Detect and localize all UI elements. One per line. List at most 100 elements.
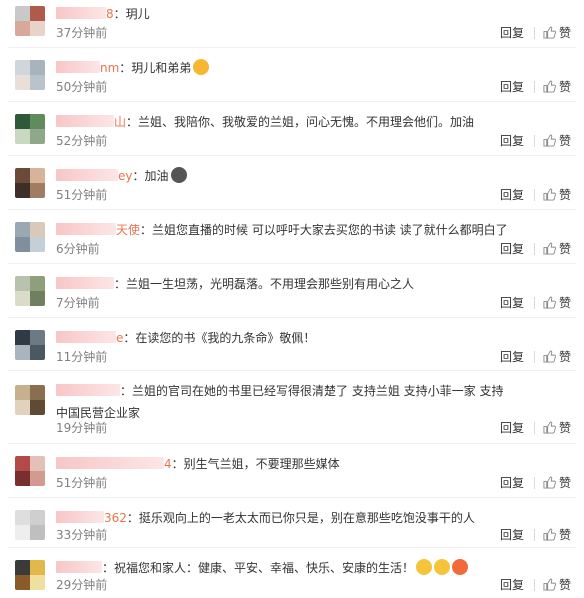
username-link[interactable]: 8 (56, 3, 114, 25)
comment-time: 7分钟前 (56, 296, 100, 310)
reply-button[interactable]: 回复 (500, 25, 524, 41)
comment-item: 362：挺乐观向上的一老太太而已你只是，别在意那些吃饱没事干的人 33分钟前 回复赞 (0, 498, 584, 548)
comment-item: 天使：兰姐您直播的时候 可以呼吁大家去买您的书读 读了就什么都明白了 6分钟前 回复… (0, 210, 584, 264)
comment-item: ：兰姐一生坦荡，光明磊落。不用理会那些别有用心之人 7分钟前 回复 赞 (0, 264, 584, 318)
avatar[interactable] (15, 60, 45, 90)
action-divider (534, 27, 535, 39)
comment-time: 51分钟前 (56, 476, 108, 490)
action-divider (534, 297, 535, 309)
comment-time: 37分钟前 (56, 26, 108, 40)
smile-face-icon (416, 559, 433, 575)
username-mask (56, 61, 100, 73)
avatar[interactable] (15, 330, 45, 360)
action-divider (534, 579, 535, 591)
reply-button[interactable]: 回复 (500, 420, 524, 436)
reply-button[interactable]: 回复 (500, 527, 524, 543)
action-divider (534, 351, 535, 363)
avatar[interactable] (15, 114, 45, 144)
username-link[interactable]: nm (56, 57, 119, 79)
reply-button[interactable]: 回复 (500, 577, 524, 593)
comment-text-line: 8：玥儿 (56, 3, 514, 25)
avatar[interactable] (15, 276, 45, 306)
action-divider (534, 81, 535, 93)
comment-text-line: ey：加油 (56, 165, 514, 187)
like-button[interactable]: 赞 (543, 527, 571, 543)
like-label: 赞 (559, 421, 572, 435)
like-label: 赞 (559, 134, 572, 148)
avatar[interactable] (15, 456, 45, 486)
like-button[interactable]: 赞 (543, 187, 571, 203)
comment-item: nm：玥儿和弟弟 50分钟前 回复赞 (0, 48, 584, 102)
username-link[interactable]: ey (56, 165, 132, 187)
avatar[interactable] (15, 222, 45, 252)
like-label: 赞 (559, 528, 572, 542)
avatar[interactable] (15, 385, 45, 415)
comment-content: ：在读您的书《我的九条命》敬佩！ (123, 331, 316, 345)
comment-item: ：兰姐的官司在她的书里已经写得很清楚了 支持兰姐 支持小菲一家 支持中国民营企业… (0, 371, 584, 444)
comment-text-line: nm：玥儿和弟弟 (56, 57, 514, 79)
username-link[interactable]: 4 (56, 453, 172, 475)
thumbs-up-icon (543, 26, 556, 39)
comment-item: ：祝福您和家人：健康、平安、幸福、快乐、安康的生活！ 29分钟前 回复 赞 (0, 548, 584, 598)
comment-time: 11分钟前 (56, 350, 108, 364)
thumbs-up-icon (543, 528, 556, 541)
like-button[interactable]: 赞 (543, 577, 571, 593)
thumbs-up-icon (543, 421, 556, 434)
like-button[interactable]: 赞 (543, 133, 571, 149)
like-button[interactable]: 赞 (543, 241, 571, 257)
strong-arm-icon (434, 559, 451, 575)
username-mask (56, 169, 118, 181)
username-link[interactable]: 362 (56, 507, 127, 529)
action-divider (534, 477, 535, 489)
comment-content: ：兰姐的官司在她的书里已经写得很清楚了 支持兰姐 支持小菲一家 支持中国民营企业… (56, 384, 504, 420)
username-link[interactable] (56, 557, 102, 579)
username-link[interactable]: 天使 (56, 219, 140, 241)
comment-time: 51分钟前 (56, 188, 108, 202)
reply-button[interactable]: 回复 (500, 295, 524, 311)
avatar[interactable] (15, 6, 45, 36)
comment-content: ：玥儿 (113, 7, 150, 21)
comment-time: 50分钟前 (56, 80, 108, 94)
like-button[interactable]: 赞 (543, 475, 571, 491)
avatar[interactable] (15, 510, 45, 540)
like-button[interactable]: 赞 (543, 295, 571, 311)
like-label: 赞 (559, 188, 572, 202)
reply-button[interactable]: 回复 (500, 475, 524, 491)
reply-button[interactable]: 回复 (500, 187, 524, 203)
reply-button[interactable]: 回复 (500, 349, 524, 365)
comment-time: 33分钟前 (56, 528, 108, 542)
username-link[interactable] (56, 273, 114, 295)
username-mask (56, 115, 114, 127)
reply-button[interactable]: 回复 (500, 79, 524, 95)
reply-button[interactable]: 回复 (500, 241, 524, 257)
like-button[interactable]: 赞 (543, 420, 571, 436)
username-mask (56, 511, 104, 523)
username-tail: 天使 (116, 223, 141, 237)
username-link[interactable]: e (56, 327, 123, 349)
like-button[interactable]: 赞 (543, 349, 571, 365)
username-link[interactable] (56, 380, 120, 402)
username-link[interactable]: 山 (56, 111, 126, 133)
reply-button[interactable]: 回复 (500, 133, 524, 149)
thumbs-up-icon (543, 188, 556, 201)
comment-item: ey：加油 51分钟前 回复 赞 (0, 156, 584, 210)
like-button[interactable]: 赞 (543, 25, 571, 41)
flexed-arm-icon (170, 167, 187, 183)
like-button[interactable]: 赞 (543, 79, 571, 95)
comment-time: 6分钟前 (56, 242, 100, 256)
username-mask (56, 384, 120, 396)
avatar[interactable] (15, 560, 45, 590)
comment-text-line: ：祝福您和家人：健康、平安、幸福、快乐、安康的生活！ (56, 557, 514, 579)
comment-content: ：玥儿和弟弟 (119, 61, 192, 75)
comment-text-line: ：兰姐的官司在她的书里已经写得很清楚了 支持兰姐 支持小菲一家 支持中国民营企业… (56, 380, 514, 424)
username-tail: 362 (104, 511, 127, 525)
like-label: 赞 (559, 578, 572, 592)
thumbs-up-icon (543, 296, 556, 309)
comment-time: 19分钟前 (56, 421, 108, 435)
username-mask (56, 331, 116, 343)
like-label: 赞 (559, 296, 572, 310)
comment-content: ：祝福您和家人：健康、平安、幸福、快乐、安康的生活！ (102, 561, 415, 575)
comment-item: 4：别生气兰姐，不要理那些媒体 51分钟前 回复 赞 (0, 444, 584, 498)
comment-content: ：别生气兰姐，不要理那些媒体 (171, 457, 340, 471)
avatar[interactable] (15, 168, 45, 198)
